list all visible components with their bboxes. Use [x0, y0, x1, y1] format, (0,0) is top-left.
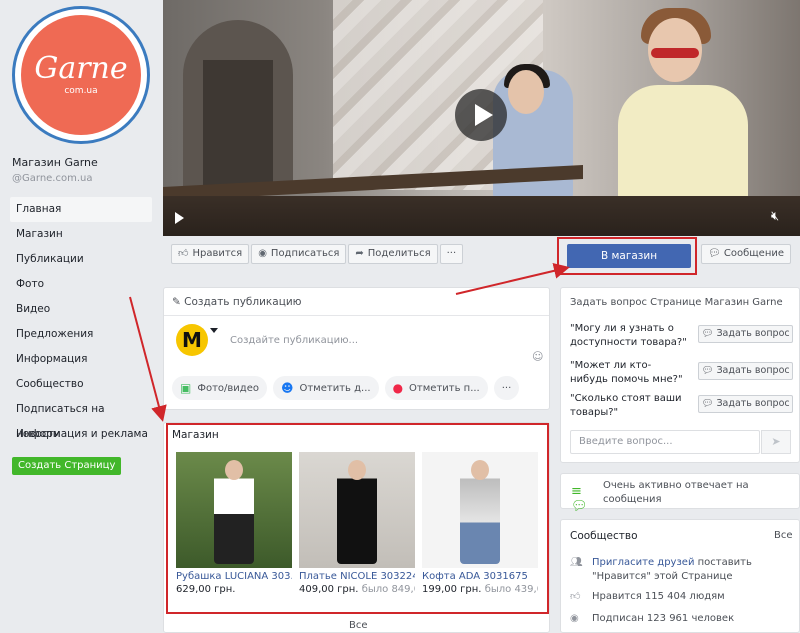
- ask-question-button[interactable]: 💬︎ Задать вопрос: [698, 362, 793, 380]
- nav-item-home[interactable]: Главная: [10, 197, 152, 222]
- rss-icon: ◉: [258, 248, 267, 259]
- tag-friends-button[interactable]: ☻ Отметить д...: [272, 376, 379, 400]
- share-label: Поделиться: [367, 248, 431, 259]
- video-door: [203, 60, 273, 190]
- messenger-icon: 💬︎: [701, 398, 714, 409]
- community-see-all-link[interactable]: Все: [774, 530, 793, 541]
- nav-item-photos[interactable]: Фото: [10, 272, 152, 297]
- ask-title: Задать вопрос Странице Магазин Garne: [570, 297, 783, 308]
- thumbs-up-icon: 👍︎: [178, 248, 189, 259]
- nav-item-subscribe-news[interactable]: Подписаться на новости: [10, 397, 152, 440]
- community-followers-row: ◉ Подписан 123 961 человек: [570, 612, 795, 626]
- messenger-fast-icon: ≡💬︎: [571, 484, 588, 514]
- ask-question-text: "Сколько стоят ваши товары?": [570, 393, 682, 418]
- ask-button-label: Задать вопрос: [716, 328, 790, 339]
- video-model-left-head: [508, 70, 544, 114]
- community-card: Сообщество Все 👥︎ Пригласите друзей пост…: [560, 519, 800, 633]
- nav-item-info-ads[interactable]: Информация и реклама: [10, 422, 152, 447]
- tag-person-icon: ☻: [280, 381, 294, 395]
- tag-friends-label: Отметить д...: [299, 382, 371, 394]
- like-button[interactable]: 👍︎ Нравится: [171, 244, 250, 264]
- video-model-glasses: [651, 48, 699, 58]
- thumbs-up-icon: 👍︎: [570, 591, 581, 602]
- subscribe-label: Подписаться: [270, 248, 340, 259]
- response-rate-card: ≡💬︎ Очень активно отвечает на сообщения: [560, 473, 800, 514]
- rss-icon: ◉: [570, 613, 579, 624]
- page-handle[interactable]: @Garne.com.ua: [12, 173, 92, 184]
- invite-friends-link[interactable]: Пригласите друзей: [592, 557, 694, 568]
- create-post-title: Создать публикацию: [184, 296, 302, 308]
- emoji-icon[interactable]: ☺: [532, 350, 543, 363]
- nav-item-posts[interactable]: Публикации: [10, 247, 152, 272]
- post-input[interactable]: Создайте публикацию...: [230, 335, 358, 346]
- people-icon: 👥︎: [570, 557, 583, 568]
- nav-item-shop[interactable]: Магазин: [10, 222, 152, 247]
- share-button[interactable]: ➦ Поделиться: [348, 244, 438, 264]
- highlight-box-shop: [166, 423, 549, 614]
- shop-see-all-link[interactable]: Все: [349, 620, 368, 631]
- chevron-down-icon[interactable]: [210, 328, 218, 333]
- community-likes-row: 👍︎ Нравится 115 404 людям: [570, 590, 795, 604]
- ask-question-text: "Может ли кто-нибудь помочь мне?": [570, 360, 683, 385]
- page-action-bar: 👍︎ Нравится ◉ Подписаться ➦ Поделиться ···: [171, 244, 464, 264]
- sidebar-nav: Главная Магазин Публикации Фото Видео Пр…: [10, 197, 152, 447]
- pencil-icon: ✎: [172, 296, 181, 308]
- left-sidebar: Garne com.ua Магазин Garne @Garne.com.ua…: [0, 0, 160, 633]
- logo-inner: Garne com.ua: [21, 15, 141, 135]
- ask-question-button[interactable]: 💬︎ Задать вопрос: [698, 395, 793, 413]
- more-button[interactable]: ···: [439, 244, 464, 264]
- photo-video-button[interactable]: ▣ Фото/видео: [172, 376, 267, 400]
- messenger-icon: 💬︎: [701, 328, 714, 339]
- subscribe-button[interactable]: ◉ Подписаться: [251, 244, 347, 264]
- like-label: Нравится: [192, 248, 243, 259]
- nav-item-videos[interactable]: Видео: [10, 297, 152, 322]
- messenger-icon: 💬︎: [701, 365, 714, 376]
- nav-item-community[interactable]: Сообщество: [10, 372, 152, 397]
- ask-button-label: Задать вопрос: [716, 398, 790, 409]
- nav-item-info[interactable]: Информация: [10, 347, 152, 372]
- avatar[interactable]: M: [176, 324, 208, 356]
- likes-count: Нравится 115 404 людям: [592, 591, 725, 602]
- check-in-button[interactable]: ● Отметить п...: [384, 376, 488, 400]
- page-name[interactable]: Магазин Garne: [12, 156, 98, 169]
- message-label: Сообщение: [723, 248, 785, 259]
- ask-question-button[interactable]: 💬︎ Задать вопрос: [698, 325, 793, 343]
- post-actions: ▣ Фото/видео ☻ Отметить д... ● Отметить п..…: [172, 376, 520, 400]
- cover-video[interactable]: 🔇︎: [163, 0, 800, 236]
- nav-item-offers[interactable]: Предложения: [10, 322, 152, 347]
- logo-brand: Garne: [34, 51, 128, 86]
- location-pin-icon: ●: [392, 381, 404, 395]
- photo-icon: ▣: [180, 381, 192, 395]
- ask-question-card: Задать вопрос Странице Магазин Garne "Мо…: [560, 287, 800, 463]
- video-railing-lower: [163, 196, 800, 236]
- followers-count: Подписан 123 961 человек: [592, 613, 735, 624]
- community-invite-row: 👥︎ Пригласите друзей поставить "Нравится…: [570, 556, 795, 584]
- community-invite-text: Пригласите друзей поставить "Нравится" э…: [592, 556, 795, 584]
- create-post-card: ✎ Создать публикацию M Создайте публикац…: [163, 287, 550, 410]
- highlight-box-shop-button: [557, 237, 697, 275]
- messenger-icon: 💬︎: [707, 248, 721, 259]
- mute-icon[interactable]: 🔇︎: [771, 209, 779, 224]
- small-play-icon[interactable]: [175, 212, 184, 224]
- ask-question-input[interactable]: Введите вопрос...: [570, 430, 760, 454]
- community-title[interactable]: Сообщество: [570, 530, 638, 542]
- ask-button-label: Задать вопрос: [716, 365, 790, 376]
- post-more-button[interactable]: ···: [493, 376, 520, 400]
- photo-video-label: Фото/видео: [197, 382, 259, 394]
- ask-question-text: "Могу ли я узнать о доступности товара?": [570, 323, 687, 348]
- share-arrow-icon: ➦: [355, 248, 364, 259]
- page-logo[interactable]: Garne com.ua: [12, 6, 150, 144]
- response-rate-text: Очень активно отвечает на сообщения: [603, 480, 749, 505]
- check-in-label: Отметить п...: [409, 382, 480, 394]
- create-page-button[interactable]: Создать Страницу: [12, 457, 122, 475]
- send-icon[interactable]: ➤: [761, 430, 791, 454]
- create-post-header[interactable]: ✎ Создать публикацию: [164, 288, 549, 316]
- message-button[interactable]: 💬︎ Сообщение: [701, 244, 791, 264]
- play-icon[interactable]: [455, 89, 507, 141]
- logo-domain: com.ua: [64, 86, 98, 96]
